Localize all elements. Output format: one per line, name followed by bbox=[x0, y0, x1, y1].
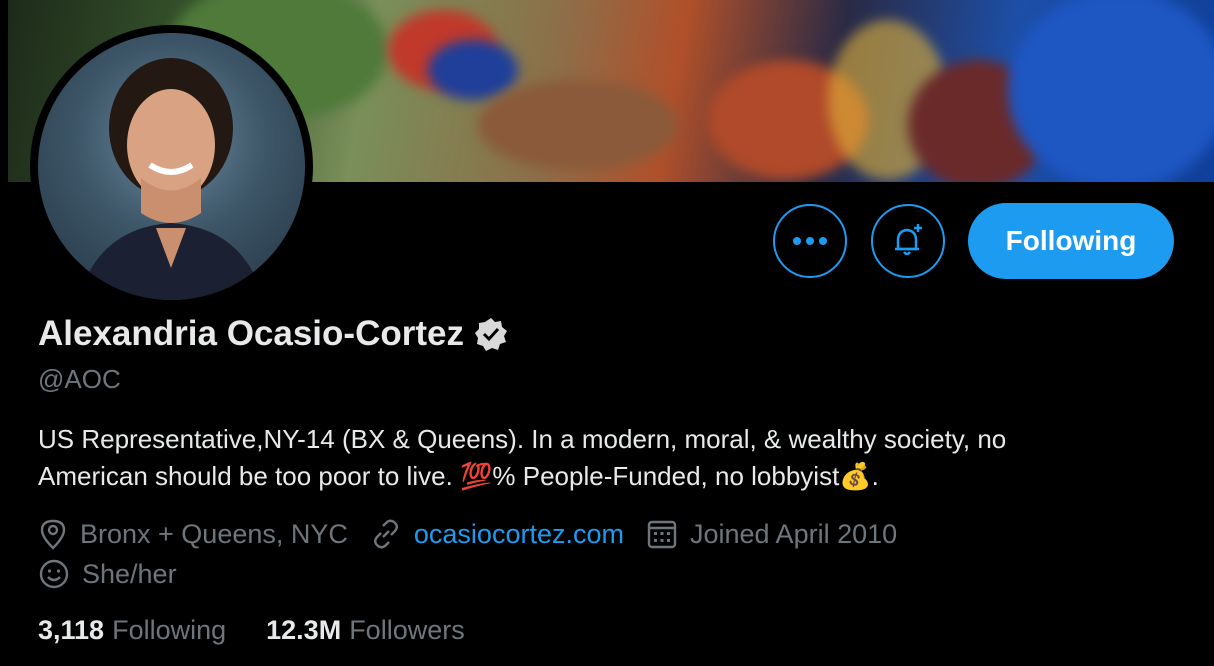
pronouns-text: She/her bbox=[82, 558, 177, 589]
following-button[interactable]: Following bbox=[968, 203, 1174, 279]
joined-text: Joined April 2010 bbox=[689, 518, 898, 549]
verified-badge-icon bbox=[474, 318, 507, 351]
bio-line-2b: % People-Funded, no lobbyist bbox=[492, 461, 840, 491]
bio-line-2c: . bbox=[871, 461, 879, 491]
bio-line-2a: American should be too poor to live. bbox=[38, 461, 461, 491]
website-link[interactable]: ocasiocortez.com bbox=[414, 519, 624, 550]
money-bag-emoji: 💰 bbox=[839, 461, 872, 491]
following-stat[interactable]: 3,118 Following bbox=[38, 615, 226, 646]
location-pin-icon bbox=[40, 519, 66, 550]
notifications-button[interactable] bbox=[871, 204, 945, 278]
profile-handle: @AOC bbox=[38, 364, 121, 394]
followers-count: 12.3M bbox=[266, 615, 342, 645]
avatar-photo bbox=[38, 33, 305, 300]
following-label: Following bbox=[112, 615, 227, 645]
website-item[interactable]: ocasiocortez.com bbox=[370, 518, 624, 550]
profile-meta-row: Bronx + Queens, NYC ocasiocortez.com Joi… bbox=[38, 518, 919, 550]
smiley-icon bbox=[39, 559, 69, 589]
bio-line-1: US Representative,NY-14 (BX & Queens). I… bbox=[38, 424, 1007, 454]
more-horizontal-icon bbox=[793, 237, 827, 245]
followers-stat[interactable]: 12.3M Followers bbox=[266, 615, 465, 646]
pronouns-item: She/her bbox=[38, 558, 177, 590]
location-item: Bronx + Queens, NYC bbox=[38, 518, 348, 550]
profile-name-row: Alexandria Ocasio-Cortez bbox=[38, 314, 508, 354]
joined-item: Joined April 2010 bbox=[646, 518, 897, 550]
following-count: 3,118 bbox=[38, 615, 105, 645]
following-button-label: Following bbox=[1005, 225, 1137, 256]
profile-meta-row-2: She/her bbox=[38, 558, 199, 590]
hundred-emoji: 💯 bbox=[460, 461, 493, 491]
profile-bio: US Representative,NY-14 (BX & Queens). I… bbox=[38, 421, 1188, 495]
profile-avatar[interactable] bbox=[30, 25, 313, 308]
calendar-icon bbox=[647, 520, 677, 549]
more-button[interactable] bbox=[773, 204, 847, 278]
profile-name: Alexandria Ocasio-Cortez bbox=[38, 314, 464, 353]
followers-label: Followers bbox=[349, 615, 465, 645]
bell-plus-icon bbox=[895, 224, 922, 256]
location-text: Bronx + Queens, NYC bbox=[80, 518, 348, 549]
link-icon bbox=[373, 519, 398, 549]
profile-stats: 3,118 Following 12.3M Followers bbox=[38, 615, 465, 646]
